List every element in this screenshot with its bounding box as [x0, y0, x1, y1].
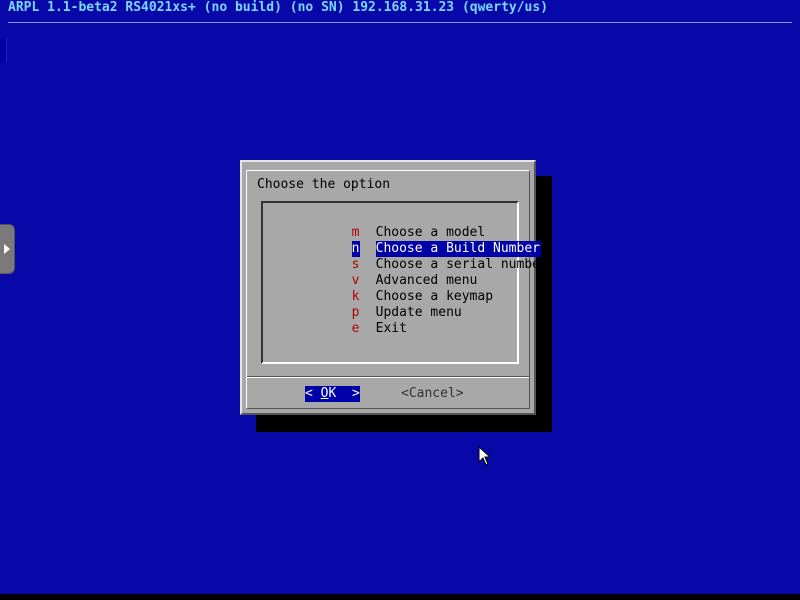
side-panel-toggle[interactable] [0, 224, 15, 274]
window-title: ARPL 1.1-beta2 RS4021xs+ (no build) (no … [8, 0, 549, 15]
menu-dialog: Choose the option m Choose a model n Choos… [240, 160, 548, 415]
menu-item-choose-build-number[interactable]: n Choose a Build Number [289, 225, 541, 257]
menu-item-choose-model[interactable]: m Choose a model [289, 209, 486, 240]
dialog-prompt: Choose the option [257, 177, 391, 192]
ok-button[interactable]: < OK > [305, 386, 360, 402]
menu-item-exit[interactable]: e Exit [289, 305, 407, 336]
ok-button-rest: K > [328, 386, 360, 401]
chevron-right-icon [4, 244, 10, 254]
ok-button-left: < [305, 386, 321, 401]
bottom-strip [0, 594, 800, 600]
menu-list: m Choose a model n Choose a Build Number s… [261, 201, 548, 364]
menu-item-update-menu[interactable]: p Update menu [289, 289, 462, 320]
button-divider [247, 376, 529, 378]
menu-item-label: Exit [375, 321, 407, 336]
menu-item-advanced-menu[interactable]: v Advanced menu [289, 257, 478, 288]
menu-item-key: e [351, 321, 360, 336]
mouse-cursor-icon [478, 446, 492, 466]
left-edge-marker [0, 38, 7, 62]
dialog-frame: Choose the option m Choose a model n Choos… [246, 170, 548, 409]
menu-item-choose-serial-number[interactable]: s Choose a serial number [289, 241, 548, 272]
title-divider [8, 22, 792, 23]
cancel-button[interactable]: <Cancel> [401, 386, 464, 402]
menu-item-choose-keymap[interactable]: k Choose a keymap [289, 273, 493, 304]
